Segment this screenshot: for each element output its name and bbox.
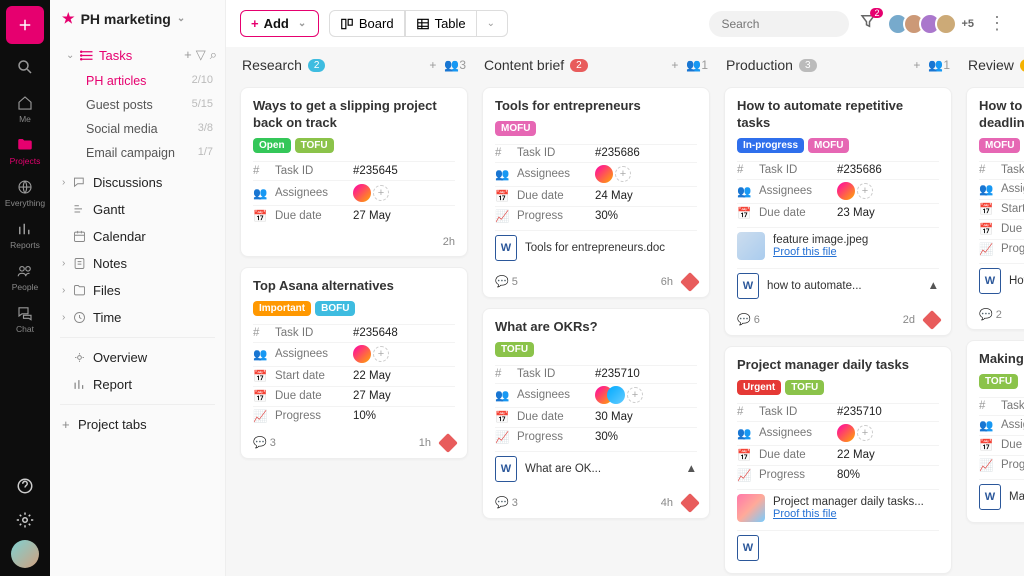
add-button[interactable]: +Add⌄ xyxy=(240,10,319,37)
card[interactable]: How to automate repetitive tasks In-prog… xyxy=(724,87,952,336)
column-production: Production3 +👥1 How to automate repetiti… xyxy=(724,53,952,562)
card[interactable]: What are OKRs? TOFU #Task ID#235710 👥Ass… xyxy=(482,308,710,519)
priority-icon xyxy=(922,310,942,330)
word-doc-icon: W xyxy=(495,235,517,261)
rail-everything[interactable]: Everything xyxy=(6,174,44,212)
column-header[interactable]: Review2 xyxy=(966,53,1024,77)
image-thumb xyxy=(737,232,765,260)
user-avatar[interactable] xyxy=(11,540,39,568)
column-add-icon[interactable]: + xyxy=(429,58,436,72)
sidebar-filter-icon[interactable]: ▽ xyxy=(196,47,206,63)
sidebar-add-icon[interactable]: + xyxy=(184,47,192,63)
column-header[interactable]: Research2 +👥3 xyxy=(240,53,468,77)
column-header[interactable]: Content brief2 +👥1 xyxy=(482,53,710,77)
main-area: +Add⌄ Board Table ⌄ 2 +5 ⋮ Research2 +👥3… xyxy=(226,0,1024,576)
search-input[interactable] xyxy=(709,11,849,37)
member-avatars[interactable]: +5 xyxy=(893,13,974,35)
project-sidebar: ★ PH marketing ⌄ ⌄ Tasks +▽⌕ PH articles… xyxy=(50,0,226,576)
help-icon[interactable] xyxy=(11,472,39,500)
priority-icon xyxy=(680,272,700,292)
settings-icon[interactable] xyxy=(11,506,39,534)
rail-reports[interactable]: Reports xyxy=(6,216,44,254)
sidebar-report[interactable]: ›Report xyxy=(50,371,225,398)
sidebar-overview[interactable]: ›Overview xyxy=(50,344,225,371)
sidebar-sub-email-campaign[interactable]: Email campaign1/7 xyxy=(58,141,225,165)
word-doc-icon: W xyxy=(979,268,1001,294)
column-review: Review2 How to better h deadlines as a M… xyxy=(966,53,1024,562)
column-header[interactable]: Production3 +👥1 xyxy=(724,53,952,77)
sidebar-search-icon[interactable]: ⌕ xyxy=(210,47,217,63)
sidebar-files[interactable]: ›Files xyxy=(50,277,225,304)
sidebar-sub-ph-articles[interactable]: PH articles2/10 xyxy=(58,69,225,93)
card[interactable]: Ways to get a slipping project back on t… xyxy=(240,87,468,257)
sidebar-notes[interactable]: ›Notes xyxy=(50,250,225,277)
rail-add-button[interactable] xyxy=(6,6,44,44)
view-table-button[interactable]: Table xyxy=(405,10,477,37)
proof-link[interactable]: Proof this file xyxy=(773,246,837,258)
proof-link[interactable]: Proof this file xyxy=(773,508,837,520)
sidebar-time[interactable]: ›Time xyxy=(50,304,225,331)
rail-chat[interactable]: Chat xyxy=(6,300,44,338)
cloud-icon: ▲ xyxy=(686,463,697,475)
more-menu-icon[interactable]: ⋮ xyxy=(984,13,1010,34)
rail-projects[interactable]: Projects xyxy=(6,132,44,170)
sidebar-discussions[interactable]: ›Discussions xyxy=(50,169,225,196)
card[interactable]: Tools for entrepreneurs MOFU #Task ID#23… xyxy=(482,87,710,298)
image-thumb xyxy=(737,494,765,522)
kanban-board: Research2 +👥3 Ways to get a slipping pro… xyxy=(226,47,1024,576)
rail-search-button[interactable] xyxy=(6,48,44,86)
project-switcher[interactable]: ★ PH marketing ⌄ xyxy=(50,0,225,37)
card[interactable]: How to better h deadlines as a MOFU #Tas… xyxy=(966,87,1024,330)
view-more-button[interactable]: ⌄ xyxy=(477,10,508,37)
sidebar-sub-social-media[interactable]: Social media3/8 xyxy=(58,117,225,141)
word-doc-icon: W xyxy=(737,273,759,299)
topbar: +Add⌄ Board Table ⌄ 2 +5 ⋮ xyxy=(226,0,1024,47)
cloud-icon: ▲ xyxy=(928,280,939,292)
sidebar-sub-guest-posts[interactable]: Guest posts5/15 xyxy=(58,93,225,117)
priority-icon xyxy=(438,433,458,453)
search-box[interactable] xyxy=(709,11,849,37)
sidebar-gantt[interactable]: ›Gantt xyxy=(50,196,225,223)
filter-icon[interactable]: 2 xyxy=(859,12,877,35)
card[interactable]: Top Asana alternatives ImportantBOFU #Ta… xyxy=(240,267,468,459)
word-doc-icon: W xyxy=(737,535,759,561)
column-content-brief: Content brief2 +👥1 Tools for entrepreneu… xyxy=(482,53,710,562)
column-people-icon[interactable]: 👥3 xyxy=(444,58,466,72)
rail-people[interactable]: People xyxy=(6,258,44,296)
app-rail: Me Projects Everything Reports People Ch… xyxy=(0,0,50,576)
view-board-button[interactable]: Board xyxy=(329,10,405,37)
sidebar-tasks-header[interactable]: ⌄ Tasks +▽⌕ xyxy=(58,41,225,69)
priority-icon xyxy=(680,493,700,513)
sidebar-add-tab[interactable]: +Project tabs xyxy=(50,411,225,438)
word-doc-icon: W xyxy=(495,456,517,482)
card[interactable]: Making mistak TOFU #Task ID 👥Assignees 📅… xyxy=(966,340,1024,523)
sidebar-calendar[interactable]: ›Calendar xyxy=(50,223,225,250)
column-research: Research2 +👥3 Ways to get a slipping pro… xyxy=(240,53,468,562)
card[interactable]: Project manager daily tasks UrgentTOFU #… xyxy=(724,346,952,574)
star-icon: ★ xyxy=(62,10,75,27)
rail-me[interactable]: Me xyxy=(6,90,44,128)
word-doc-icon: W xyxy=(979,484,1001,510)
